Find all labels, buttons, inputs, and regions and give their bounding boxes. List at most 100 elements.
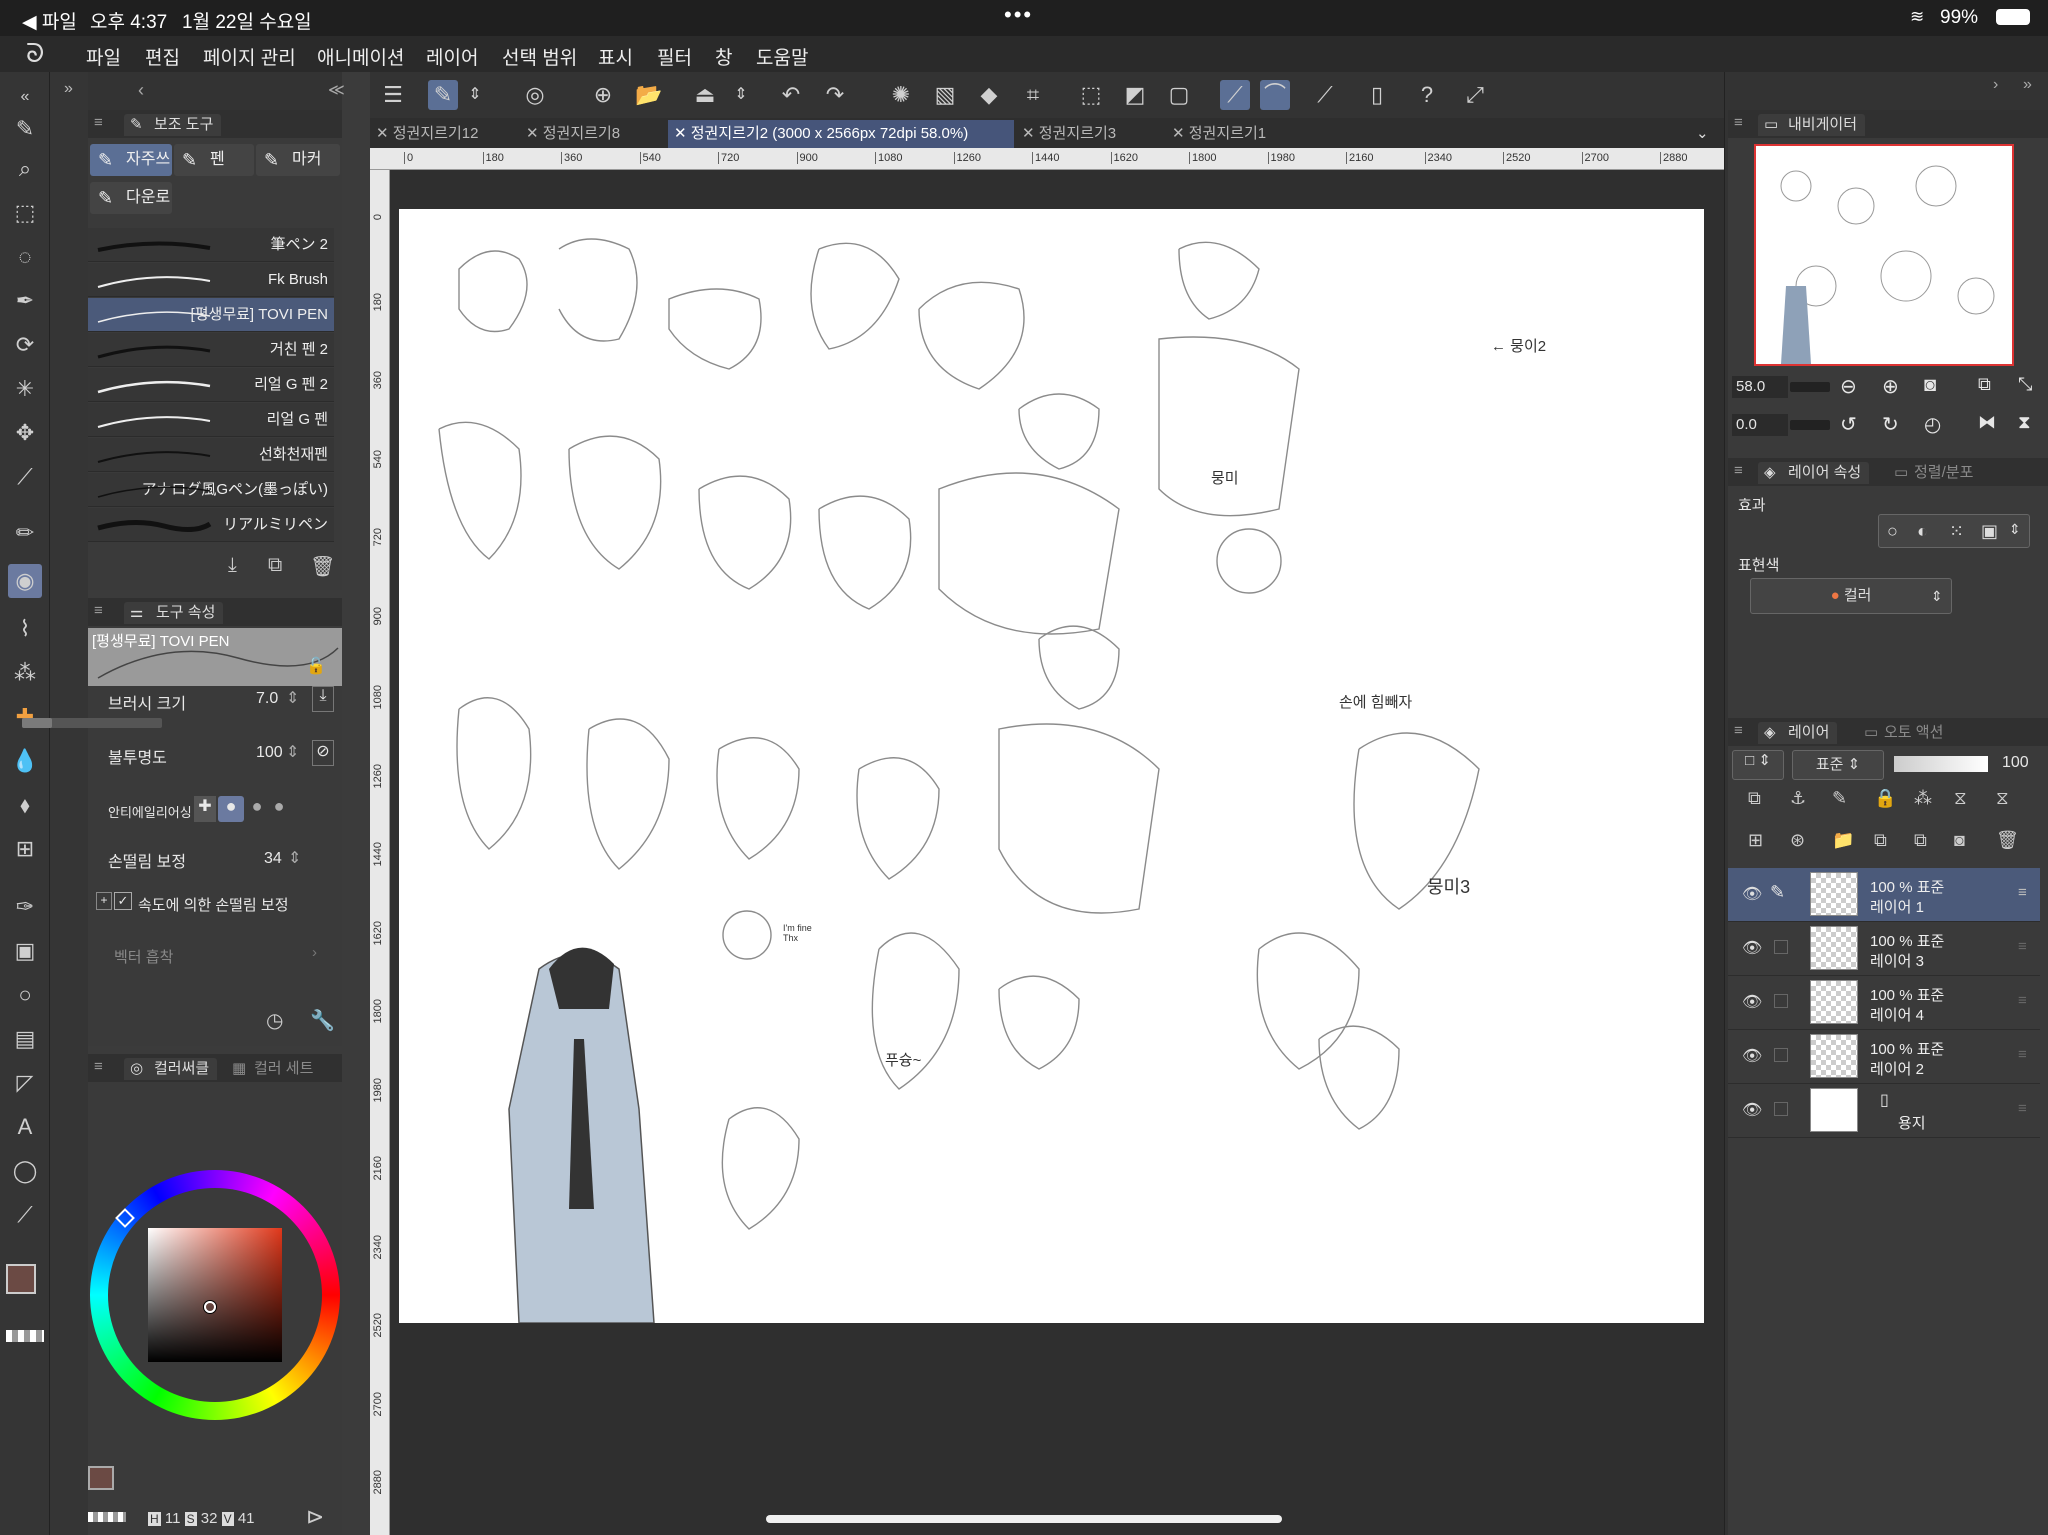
lock-icon[interactable]: 🔓 [306, 656, 326, 676]
color-mode-icon[interactable]: ⊳ [306, 1504, 324, 1530]
chevron-left-icon[interactable]: ‹ [138, 80, 144, 101]
mask-icon[interactable]: ⧖ [1954, 788, 1967, 809]
layer-check[interactable] [1774, 1102, 1788, 1116]
sv-cursor[interactable] [204, 1301, 216, 1313]
draft-icon[interactable]: ✎ [1832, 788, 1847, 809]
clip-icon[interactable]: ⧉ [1748, 788, 1761, 809]
panel-menu-icon[interactable]: ≡ [1734, 462, 1743, 479]
circle-shape-icon[interactable]: ○ [8, 978, 42, 1012]
stepper-icon[interactable]: ⇕ [2009, 521, 2021, 538]
snap-ruler-icon[interactable]: ⟋ [1220, 80, 1250, 110]
deselect-icon[interactable]: ⬚ [1076, 80, 1106, 110]
text-tool-icon[interactable]: A [8, 1110, 42, 1144]
snap-grid-icon[interactable]: ⟋ [1310, 80, 1340, 110]
app-logo-icon[interactable]: ᘐ [26, 38, 44, 70]
visibility-eye-icon[interactable]: 👁 [1742, 884, 1762, 904]
new-vector-layer-icon[interactable]: ⊛ [1790, 830, 1805, 851]
brush-item[interactable]: 선화천재펜 [88, 438, 334, 472]
actual-size-icon[interactable]: ⧉ [1978, 374, 1991, 395]
layer-handle-icon[interactable]: ≡ [2018, 1100, 2027, 1117]
stabilization-value[interactable]: 34 [264, 850, 282, 868]
save-icon[interactable]: ⏏ [690, 80, 720, 110]
panel-menu-icon[interactable]: ≡ [1734, 114, 1743, 131]
reset-rotation-icon[interactable]: ◴ [1924, 412, 1941, 437]
move-icon[interactable]: ✥ [8, 416, 42, 450]
border-effect-icon[interactable]: ○ [1887, 521, 1898, 542]
chevron-right-icon[interactable]: › [312, 944, 317, 961]
layer-opacity-value[interactable]: 100 [2002, 754, 2029, 772]
lasso-icon[interactable]: ⟳ [8, 328, 42, 362]
main-color-mini[interactable] [88, 1466, 114, 1490]
group-favorites[interactable]: ✎ 자주쓰 [90, 144, 172, 176]
undo-icon[interactable]: ↶ [776, 80, 806, 110]
sv-square[interactable] [148, 1228, 282, 1362]
loading-icon[interactable]: ✺ [886, 80, 916, 110]
transparent-mini-icon[interactable] [88, 1512, 126, 1522]
operation-tool-icon[interactable]: ⬚ [8, 196, 42, 230]
zoom-field[interactable]: 58.0 [1732, 376, 1788, 398]
balloon-icon[interactable]: ◯ [8, 1154, 42, 1188]
magic-wand-icon[interactable]: ✳ [8, 372, 42, 406]
layer-row[interactable]: 👁 100 % 표준 레이어 4 ≡ [1728, 976, 2040, 1030]
layer-handle-icon[interactable]: ≡ [2018, 992, 2027, 1009]
menu-filter[interactable]: 필터 [657, 43, 692, 70]
new-file-icon[interactable]: ⊕ [588, 80, 618, 110]
color-circle-tab[interactable]: ◎ 컬러써클 [124, 1058, 218, 1080]
speed-stab-checkbox[interactable]: ✓ [114, 892, 132, 910]
rotate-right-icon[interactable]: ↻ [1882, 412, 1899, 437]
layer-handle-icon[interactable]: ≡ [2018, 884, 2027, 901]
layer-row-selected[interactable]: 👁 ✎ 100 % 표준 레이어 1 ≡ [1728, 868, 2040, 922]
duplicate-icon[interactable]: ⧉ [268, 554, 282, 577]
device-icon[interactable]: ▯ [1362, 80, 1392, 110]
doc-tab[interactable]: ✕ 정권지르기1 [1166, 120, 1314, 148]
brush-item[interactable]: 筆ペン 2 [88, 228, 334, 262]
main-color-swatch[interactable] [6, 1264, 36, 1294]
layer-handle-icon[interactable]: ≡ [2018, 1046, 2027, 1063]
chevron-right-icon[interactable]: › [1993, 76, 1998, 94]
brush-item[interactable]: 리얼 G 펜 [88, 403, 334, 437]
stepper-icon[interactable]: ⇕ [288, 848, 301, 868]
blend-icon[interactable]: 💧 [8, 744, 42, 778]
import-icon[interactable]: ⤓ [228, 554, 237, 577]
fit-icon[interactable]: ◙ [1924, 374, 1936, 397]
halftone-icon[interactable]: ⁙ [1949, 521, 1964, 542]
lock-layer-icon[interactable]: 🔒 [1874, 788, 1896, 809]
edit-pen-icon[interactable]: ✎ [1770, 882, 1785, 903]
collapse-right-icon[interactable]: » [2023, 76, 2032, 94]
doc-tab[interactable]: ✕ 정권지르기3 [1016, 120, 1164, 148]
lock-transparency-icon[interactable]: ⁂ [1914, 788, 1932, 809]
brush-item[interactable]: 리얼 G 펜 2 [88, 368, 334, 402]
eyedropper-icon[interactable]: ⟋ [8, 460, 42, 494]
collapse-panel-icon[interactable]: ≪ [328, 80, 345, 100]
snap-special-icon[interactable]: ⌒ [1260, 80, 1290, 110]
ruler-icon[interactable]: ◸ [8, 1066, 42, 1100]
home-indicator[interactable] [766, 1515, 1282, 1523]
aa-strong-icon[interactable]: ● [268, 796, 290, 822]
layer-mask-icon[interactable]: ◙ [1954, 830, 1965, 851]
brush-item[interactable]: Fk Brush [88, 263, 334, 297]
redo-icon[interactable]: ↷ [820, 80, 850, 110]
new-raster-layer-icon[interactable]: ⊞ [1748, 830, 1763, 851]
subtool-tab[interactable]: ✎ 보조 도구 [124, 114, 222, 136]
layer-color-select[interactable]: □ ⇕ [1732, 750, 1784, 780]
brush-size-value[interactable]: 7.0 [256, 690, 278, 708]
clear-icon[interactable]: ▧ [930, 80, 960, 110]
panel-menu-icon[interactable]: ≡ [94, 1058, 103, 1075]
brush-avatar-icon[interactable]: ◉ [8, 564, 42, 598]
menu-edit[interactable]: 편집 [145, 43, 180, 70]
brush-item[interactable]: リアルミリペン [88, 508, 334, 542]
transform-icon[interactable]: ⌗ [1018, 80, 1048, 110]
brush-item[interactable]: 거친 펜 2 [88, 333, 334, 367]
doc-tab-active[interactable]: ✕ 정권지르기2 (3000 x 2566px 72dpi 58.0%) [668, 120, 1014, 148]
panel-menu-icon[interactable]: ≡ [94, 602, 103, 619]
layer-check[interactable] [1774, 994, 1788, 1008]
menu-page[interactable]: 페이지 관리 [203, 43, 296, 70]
fit-window-icon[interactable]: ⤡ [2018, 374, 2032, 395]
pen-tool-icon[interactable]: ✒ [8, 284, 42, 318]
gradient-icon[interactable]: ▣ [8, 934, 42, 968]
navigator-tab[interactable]: ▭ 내비게이터 [1758, 114, 1866, 136]
color-set-tab[interactable]: ▦ 컬러 세트 [228, 1058, 321, 1080]
frame-icon[interactable]: ▤ [8, 1022, 42, 1056]
rotate-left-icon[interactable]: ↺ [1840, 412, 1857, 437]
trash-icon[interactable]: 🗑 [310, 554, 335, 579]
